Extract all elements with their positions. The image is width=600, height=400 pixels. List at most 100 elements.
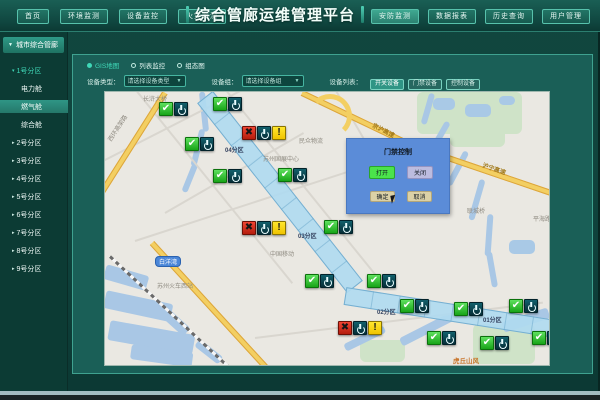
status-ok-icon[interactable]: ✔ <box>324 220 338 234</box>
warning-icon[interactable]: ! <box>272 126 286 140</box>
sidebar-item-2[interactable]: 燃气舱 <box>0 100 68 113</box>
door-open-button[interactable]: 打开 <box>369 166 395 179</box>
status-alarm-icon[interactable]: ✖ <box>242 126 256 140</box>
chevron-right-icon: ▸ <box>12 266 15 272</box>
power-icon[interactable] <box>469 302 483 316</box>
sidebar-item-3[interactable]: 综合舱 <box>0 118 68 131</box>
view-mode-label: GIS地图 <box>95 60 119 70</box>
view-mode-radio[interactable]: GIS地图 <box>87 60 119 70</box>
chevron-right-icon: ▸ <box>12 212 15 218</box>
status-ok-icon[interactable]: ✔ <box>427 331 441 345</box>
map-pond <box>433 98 455 110</box>
status-ok-icon[interactable]: ✔ <box>185 137 199 151</box>
warning-icon[interactable]: ! <box>368 321 382 335</box>
device-list-button[interactable]: 控制设备 <box>446 79 480 90</box>
sidebar-item-label: 3号分区 <box>17 156 42 166</box>
power-icon[interactable] <box>415 299 429 313</box>
device-type-label: 设备类型： <box>87 76 120 86</box>
sidebar-item-9[interactable]: ▸7号分区 <box>0 226 68 239</box>
power-icon[interactable] <box>547 331 550 345</box>
power-icon[interactable] <box>524 299 538 313</box>
status-ok-icon[interactable]: ✔ <box>159 102 173 116</box>
power-icon[interactable] <box>339 220 353 234</box>
power-icon[interactable] <box>257 126 271 140</box>
device-status-group[interactable]: ✔ <box>185 137 214 151</box>
view-mode-radio[interactable]: 列表监控 <box>131 60 165 70</box>
status-ok-icon[interactable]: ✔ <box>532 331 546 345</box>
sidebar-item-7[interactable]: ▸5号分区 <box>0 190 68 203</box>
device-status-group[interactable]: ✔ <box>324 220 353 234</box>
status-ok-icon[interactable]: ✔ <box>480 336 494 350</box>
warning-icon[interactable]: ! <box>272 221 286 235</box>
power-icon[interactable] <box>442 331 456 345</box>
device-list-button[interactable]: 门禁设备 <box>408 79 442 90</box>
status-ok-icon[interactable]: ✔ <box>278 168 292 182</box>
device-list-buttons: 开关设备门禁设备控制设备 <box>366 72 480 90</box>
sidebar-item-4[interactable]: ▸2号分区 <box>0 136 68 149</box>
footer-bar <box>0 395 600 400</box>
nav-button[interactable]: 首页 <box>17 9 49 24</box>
nav-button[interactable]: 安防监测 <box>371 9 419 24</box>
device-status-group[interactable]: ✔ <box>213 169 242 183</box>
map-canvas[interactable]: 04分区03分区02分区01分区长浒大桥西环高架路民众物流苏州国展中心京沪高速沪… <box>104 91 550 366</box>
device-status-group[interactable]: ✔ <box>400 299 429 313</box>
device-status-group[interactable]: ✔ <box>159 102 188 116</box>
device-status-group[interactable]: ✖! <box>242 126 286 140</box>
device-status-group[interactable]: ✖! <box>338 321 382 335</box>
status-alarm-icon[interactable]: ✖ <box>242 221 256 235</box>
power-icon[interactable] <box>257 221 271 235</box>
device-status-group[interactable]: ✔ <box>305 274 334 288</box>
device-status-group[interactable]: ✔ <box>427 331 456 345</box>
power-icon[interactable] <box>228 169 242 183</box>
status-alarm-icon[interactable]: ✖ <box>338 321 352 335</box>
power-icon[interactable] <box>320 274 334 288</box>
door-close-button[interactable]: 关闭 <box>407 166 433 179</box>
map-place-label: 苏州国展中心 <box>263 154 299 163</box>
status-ok-icon[interactable]: ✔ <box>213 169 227 183</box>
status-ok-icon[interactable]: ✔ <box>509 299 523 313</box>
cancel-button[interactable]: 取消 <box>407 191 432 202</box>
chevron-down-icon: ▼ <box>295 78 300 84</box>
device-type-select[interactable]: 请选择设备类型 ▼ <box>124 75 186 87</box>
power-icon[interactable] <box>293 168 307 182</box>
device-status-group[interactable]: ✔ <box>213 97 242 111</box>
nav-button[interactable]: 历史查询 <box>485 9 533 24</box>
nav-button[interactable]: 用户管理 <box>542 9 590 24</box>
nav-button[interactable]: 数据报表 <box>428 9 476 24</box>
power-icon[interactable] <box>382 274 396 288</box>
device-group-select[interactable]: 请选择设备组 ▼ <box>242 75 304 87</box>
sidebar-item-label: 9号分区 <box>17 264 42 274</box>
sidebar-item-0[interactable]: ▾1号分区 <box>0 64 68 77</box>
power-icon[interactable] <box>174 102 188 116</box>
sidebar-item-6[interactable]: ▸4号分区 <box>0 172 68 185</box>
device-status-group[interactable]: ✖! <box>242 221 286 235</box>
radio-icon <box>131 63 136 68</box>
sidebar-item-5[interactable]: ▸3号分区 <box>0 154 68 167</box>
sidebar-item-11[interactable]: ▸9号分区 <box>0 262 68 275</box>
sidebar-item-8[interactable]: ▸6号分区 <box>0 208 68 221</box>
power-icon[interactable] <box>353 321 367 335</box>
device-status-group[interactable]: ✔ <box>532 331 550 345</box>
nav-button[interactable]: 环境监测 <box>60 9 108 24</box>
sidebar-item-1[interactable]: 电力舱 <box>0 82 68 95</box>
device-status-group[interactable]: ✔ <box>278 168 307 182</box>
view-mode-radio[interactable]: 组态图 <box>177 60 205 70</box>
sidebar-root-node[interactable]: ▼ 城市综合管廊 <box>3 37 64 53</box>
status-ok-icon[interactable]: ✔ <box>305 274 319 288</box>
device-list-button[interactable]: 开关设备 <box>370 79 404 90</box>
device-status-group[interactable]: ✔ <box>480 336 509 350</box>
nav-button[interactable]: 设备监控 <box>119 9 167 24</box>
sidebar-item-10[interactable]: ▸8号分区 <box>0 244 68 257</box>
status-ok-icon[interactable]: ✔ <box>213 97 227 111</box>
device-status-group[interactable]: ✔ <box>509 299 538 313</box>
device-status-group[interactable]: ✔ <box>367 274 396 288</box>
status-ok-icon[interactable]: ✔ <box>454 302 468 316</box>
page-title: 综合管廊运维管理平台 <box>195 4 355 25</box>
status-ok-icon[interactable]: ✔ <box>400 299 414 313</box>
zone-label: 03分区 <box>298 231 317 240</box>
power-icon[interactable] <box>495 336 509 350</box>
power-icon[interactable] <box>200 137 214 151</box>
power-icon[interactable] <box>228 97 242 111</box>
status-ok-icon[interactable]: ✔ <box>367 274 381 288</box>
device-status-group[interactable]: ✔ <box>454 302 483 316</box>
